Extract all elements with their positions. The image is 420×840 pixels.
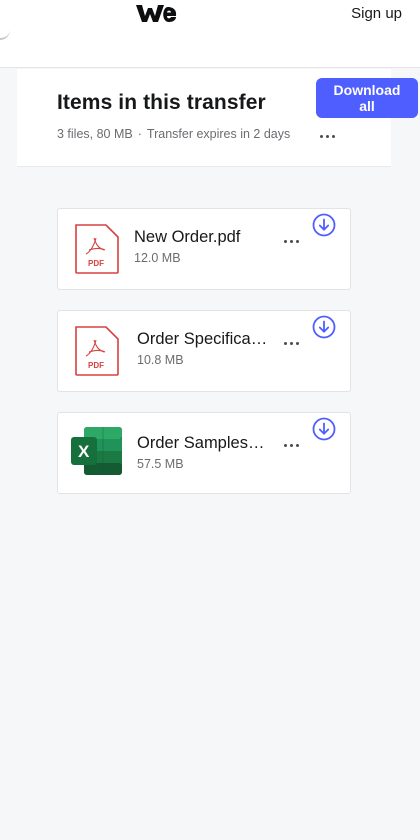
download-all-button[interactable]: Download all [316,78,418,118]
download-icon[interactable] [312,315,336,339]
file-item[interactable]: PDF New Order.pdf 12.0 MB [57,208,351,290]
more-icon [280,333,302,353]
sign-up-link[interactable]: Sign up [351,5,402,22]
more-icon [316,126,338,146]
download-icon[interactable] [312,417,336,441]
excel-icon: X [71,427,122,475]
file-name: New Order.pdf [134,228,241,246]
file-more-button[interactable] [280,435,302,455]
transfer-more-button[interactable] [316,126,338,146]
more-icon [280,435,302,455]
pdf-label: PDF [88,259,104,268]
meta-separator: · [137,127,142,141]
download-icon[interactable] [312,213,336,237]
top-header: Sign up [0,0,420,68]
file-count: 3 files, 80 MB [57,127,133,141]
partial-circle-icon [0,26,10,40]
file-more-button[interactable] [280,231,302,251]
file-item[interactable]: X Order Samples.xlsx 57.5 MB [57,412,351,494]
pdf-icon: PDF [75,326,119,376]
excel-label: X [78,442,90,461]
file-more-button[interactable] [280,333,302,353]
pdf-label: PDF [88,361,104,370]
file-size: 10.8 MB [137,353,184,367]
file-item[interactable]: PDF Order Specifications.pdf 10.8 MB [57,310,351,392]
more-icon [280,231,302,251]
file-name: Order Specifications.pdf [137,330,269,348]
file-name: Order Samples.xlsx [137,434,269,452]
wetransfer-logo[interactable] [135,3,177,23]
transfer-title: Items in this transfer [57,91,266,114]
transfer-expiry: Transfer expires in 2 days [146,127,291,141]
file-size: 12.0 MB [134,251,181,265]
transfer-meta: 3 files, 80 MB · Transfer expires in 2 day… [57,127,290,141]
pdf-icon: PDF [75,224,119,274]
file-size: 57.5 MB [137,457,184,471]
